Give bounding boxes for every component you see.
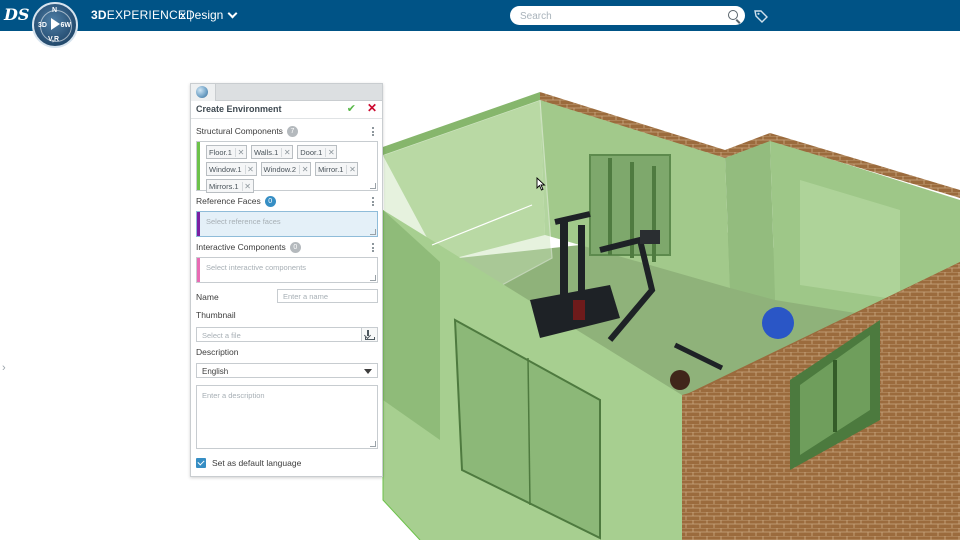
description-label: Description [196, 347, 239, 357]
chip-label: Floor.1 [209, 147, 232, 157]
resize-grip-icon[interactable] [370, 183, 376, 189]
remove-chip-icon[interactable]: ✕ [299, 164, 310, 174]
chip-label: Walls.1 [253, 147, 279, 157]
reference-count-badge: 0 [264, 196, 276, 208]
chip-label: Window.2 [263, 164, 297, 174]
thumbnail-file-field[interactable]: Select a file [196, 327, 362, 342]
interactive-components-field[interactable]: Select interactive components [196, 257, 378, 283]
language-value: English [202, 367, 229, 376]
interactive-more-icon[interactable] [372, 243, 374, 254]
chip-label: Door.1 [300, 147, 323, 157]
reference-accent-bar [197, 212, 200, 236]
chip-mirror[interactable]: Mirror.1 ✕ [315, 162, 359, 176]
reference-more-icon[interactable] [372, 197, 374, 208]
structural-chip-list: Floor.1 ✕ Walls.1 ✕ Door.1 ✕ Window.1 ✕ Wind… [197, 142, 377, 195]
brand-rest: EXPERIENCE [106, 8, 187, 22]
interactive-components-label: Interactive Components 0 [196, 242, 301, 254]
side-panel-expand-icon[interactable]: › [2, 362, 14, 374]
remove-chip-icon[interactable]: ✕ [325, 147, 336, 157]
globe-icon [196, 86, 208, 98]
chip-walls[interactable]: Walls.1 ✕ [250, 145, 294, 159]
thumbnail-label: Thumbnail [196, 310, 236, 320]
resize-grip-icon[interactable] [370, 229, 376, 235]
chip-label: Mirrors.1 [209, 181, 239, 191]
chip-window-2[interactable]: Window.2 ✕ [260, 162, 312, 176]
panel-tab-bar [191, 84, 382, 101]
chip-mirrors[interactable]: Mirrors.1 ✕ [206, 179, 254, 193]
structural-components-field[interactable]: Floor.1 ✕ Walls.1 ✕ Door.1 ✕ Window.1 ✕ Wind… [196, 141, 378, 193]
create-environment-panel: Create Environment ✔ ✕ Structural Compon… [190, 83, 383, 477]
interactive-label-text: Interactive Components [196, 242, 286, 252]
upload-button[interactable] [362, 327, 378, 342]
reference-placeholder: Select reference faces [206, 217, 281, 226]
structural-more-icon[interactable] [372, 127, 374, 138]
panel-tab[interactable] [191, 84, 216, 101]
language-select[interactable]: English [196, 363, 378, 378]
caret-down-icon [364, 369, 372, 374]
compass-vr-label: V,R [48, 36, 60, 43]
remove-chip-icon[interactable]: ✕ [241, 181, 253, 191]
structural-label-text: Structural Components [196, 126, 283, 136]
structural-components-label: Structural Components 7 [196, 126, 298, 138]
remove-chip-icon[interactable]: ✕ [281, 147, 292, 157]
play-icon[interactable] [51, 18, 60, 30]
description-placeholder: Enter a description [202, 391, 265, 400]
remove-chip-icon[interactable]: ✕ [346, 164, 357, 174]
resize-grip-icon[interactable] [370, 275, 376, 281]
structural-count-badge: 7 [286, 126, 298, 138]
app-switcher[interactable]: xDesign [180, 8, 238, 22]
search-input[interactable] [518, 6, 725, 27]
remove-chip-icon[interactable]: ✕ [234, 147, 246, 157]
interactive-accent-bar [197, 258, 200, 282]
compass-widget[interactable]: N 3D 6W V,R [32, 2, 78, 48]
panel-title: Create Environment [196, 104, 282, 114]
chip-door[interactable]: Door.1 ✕ [297, 145, 338, 159]
default-language-label: Set as default language [212, 458, 302, 468]
search-icon[interactable] [728, 10, 738, 20]
reference-label-text: Reference Faces [196, 196, 261, 206]
close-icon[interactable]: ✕ [367, 102, 377, 115]
upload-icon [367, 330, 369, 336]
back-wall-alcove [725, 140, 775, 300]
description-field[interactable]: Enter a description [196, 385, 378, 449]
interactive-count-badge: 0 [289, 242, 301, 254]
brand-bold: 3D [91, 8, 107, 22]
chip-window-1[interactable]: Window.1 ✕ [206, 162, 257, 176]
reference-faces-label: Reference Faces 0 [196, 196, 276, 208]
search-box[interactable] [510, 6, 745, 27]
chip-label: Window.1 [209, 164, 242, 174]
app-name: xDesign [180, 8, 224, 22]
interactive-placeholder: Select interactive components [206, 263, 307, 272]
chevron-down-icon [227, 8, 238, 19]
mouse-cursor-icon [536, 177, 546, 191]
default-language-checkbox[interactable] [196, 458, 206, 468]
reference-faces-field[interactable]: Select reference faces [196, 211, 378, 237]
3d-viewport[interactable] [0, 31, 960, 540]
confirm-check-icon[interactable]: ✔ [347, 103, 356, 115]
name-field[interactable]: Enter a name [277, 289, 378, 303]
top-bar: DS N 3D 6W V,R 3DEXPERIENCE | xDesign [0, 0, 960, 48]
exercise-ball [762, 307, 794, 339]
compass-3d-label: 3D [38, 22, 47, 29]
compass-top-label: N [52, 7, 58, 14]
structural-accent-bar [197, 142, 200, 190]
dassault-logo-icon[interactable]: DS [4, 5, 29, 25]
upload-tray-icon [365, 337, 375, 340]
resize-grip-icon[interactable] [370, 441, 376, 447]
panel-header: Create Environment ✔ ✕ [191, 101, 382, 119]
tag-icon[interactable] [753, 8, 769, 24]
remove-chip-icon[interactable]: ✕ [244, 164, 256, 174]
chip-label: Mirror.1 [318, 164, 344, 174]
name-label: Name [196, 292, 219, 302]
compass-6w-label: 6W [60, 22, 72, 29]
chip-floor[interactable]: Floor.1 ✕ [206, 145, 247, 159]
